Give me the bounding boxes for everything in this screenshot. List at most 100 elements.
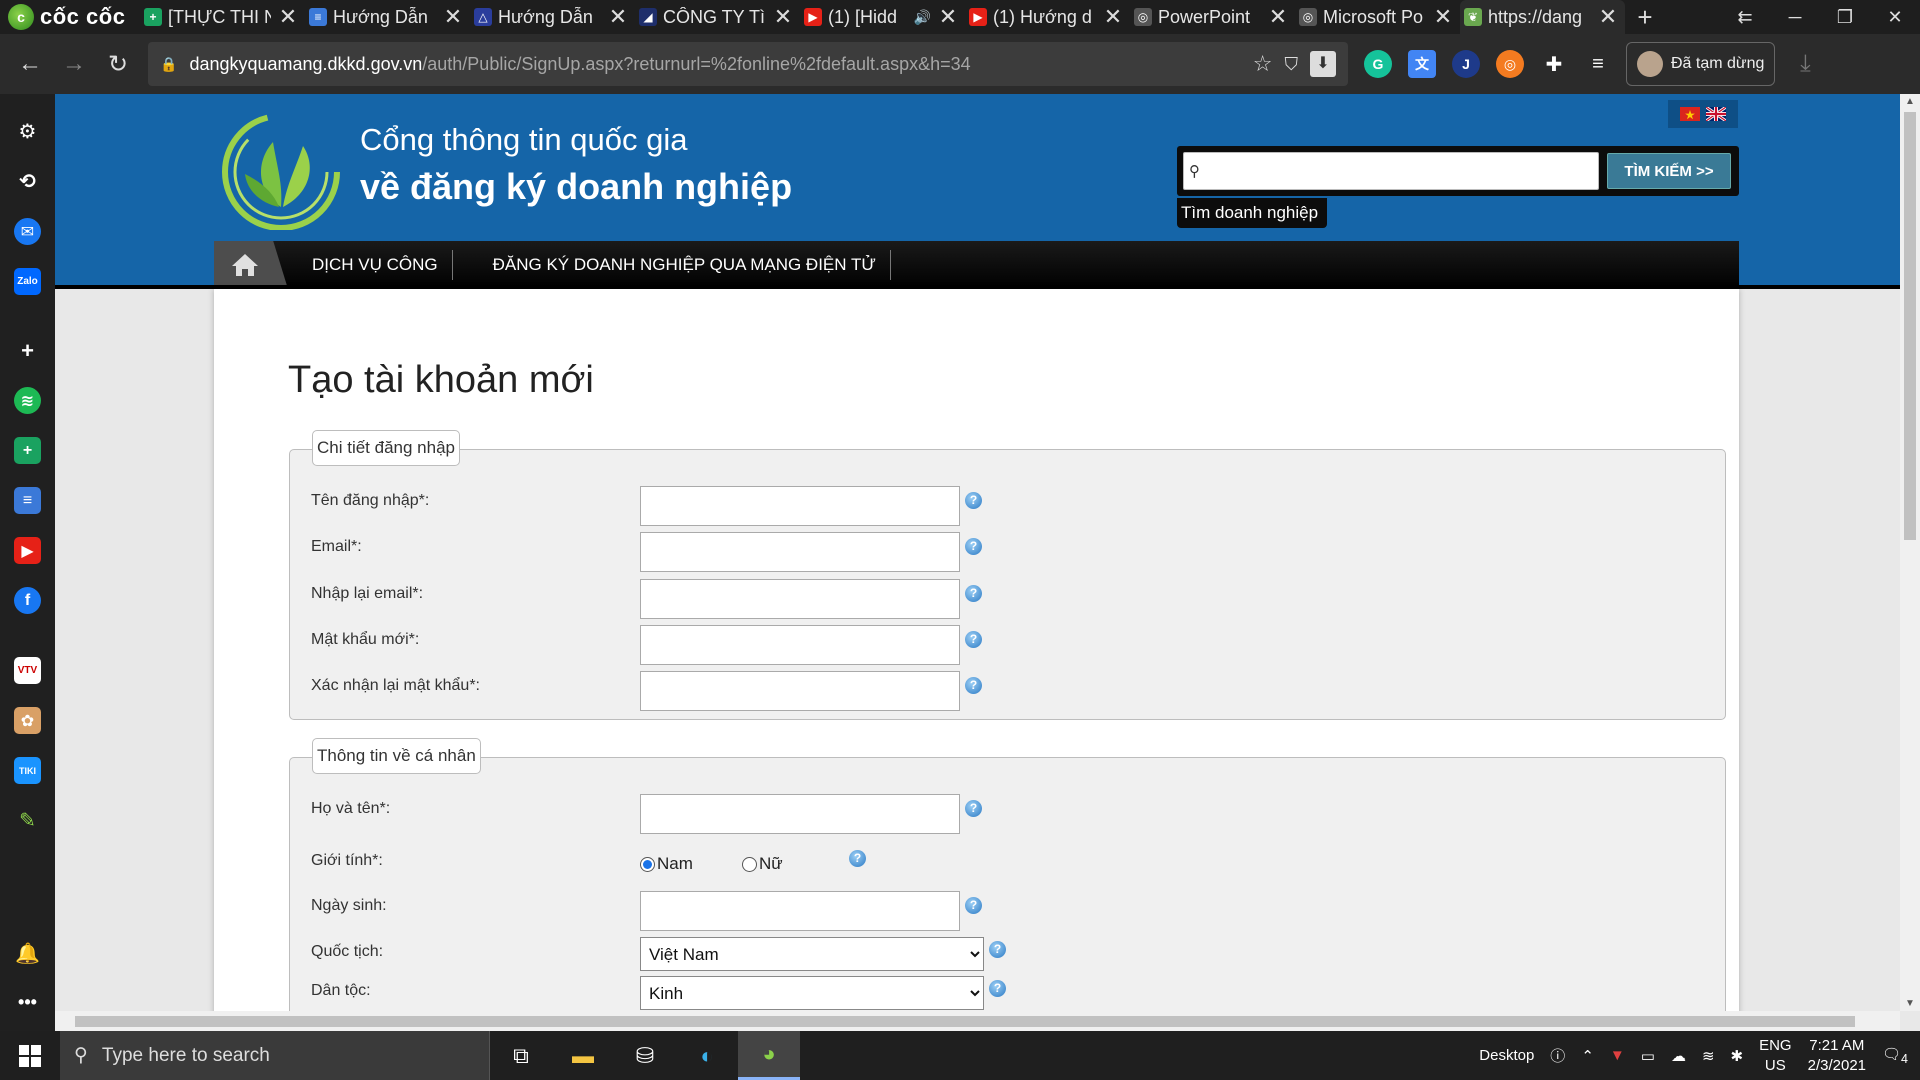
home-button[interactable] bbox=[214, 241, 288, 289]
gender-male-radio-dot[interactable] bbox=[640, 856, 655, 872]
email-help-icon[interactable]: ? bbox=[965, 538, 982, 555]
adblock-shield-icon[interactable]: ⛉ bbox=[1285, 54, 1299, 75]
grammarly-extension-icon[interactable]: G bbox=[1364, 50, 1392, 78]
forward-button[interactable]: → bbox=[52, 50, 96, 78]
translate-extension-icon[interactable]: 文 bbox=[1408, 50, 1436, 78]
notification-bell-icon[interactable]: 🔔 bbox=[14, 940, 41, 967]
j-extension-icon[interactable]: J bbox=[1452, 50, 1480, 78]
full-name-help-icon[interactable]: ? bbox=[965, 800, 982, 817]
playlist-icon[interactable]: ≡ bbox=[1584, 50, 1612, 78]
nationality-help-icon[interactable]: ? bbox=[989, 941, 1006, 958]
tab-close-icon[interactable]: ✕ bbox=[277, 4, 299, 30]
email-input[interactable] bbox=[640, 532, 960, 572]
browser-tab[interactable]: ◎ PowerPoint ✕ bbox=[1130, 0, 1295, 34]
dob-input[interactable] bbox=[640, 891, 960, 931]
network-icon[interactable]: ☁ bbox=[1671, 1047, 1686, 1065]
tab-close-icon[interactable]: ✕ bbox=[607, 4, 629, 30]
search-button[interactable]: TÌM KIẾM >> bbox=[1607, 153, 1731, 189]
maximize-button[interactable]: ❐ bbox=[1820, 0, 1870, 34]
gender-male-radio[interactable]: Nam bbox=[640, 854, 693, 874]
store-icon[interactable]: ⛁ bbox=[614, 1031, 676, 1080]
search-tooltip[interactable]: Tìm doanh nghiệp bbox=[1177, 198, 1327, 228]
vtv-icon[interactable]: VTV bbox=[14, 657, 41, 684]
new-password-help-icon[interactable]: ? bbox=[965, 631, 982, 648]
horizontal-scrollbar[interactable] bbox=[55, 1011, 1900, 1031]
nav-public-services[interactable]: DỊCH VỤ CÔNG bbox=[298, 250, 453, 280]
bluetooth-icon[interactable]: ✱ bbox=[1731, 1047, 1744, 1065]
confirm-email-help-icon[interactable]: ? bbox=[965, 585, 982, 602]
zalo-icon[interactable]: Zalo bbox=[14, 268, 41, 295]
desktop-toolbar-label[interactable]: Desktop bbox=[1479, 1047, 1534, 1064]
tray-expand-icon[interactable]: ⌃ bbox=[1581, 1047, 1594, 1065]
history-icon[interactable]: ⟲ bbox=[14, 168, 41, 195]
tab-close-icon[interactable]: ✕ bbox=[442, 4, 464, 30]
username-input[interactable] bbox=[640, 486, 960, 526]
scroll-down-arrow[interactable]: ▼ bbox=[1900, 998, 1920, 1009]
file-explorer-icon[interactable]: ▬ bbox=[552, 1031, 614, 1080]
browser-tab[interactable]: ◢ CÔNG TY Tì ✕ bbox=[635, 0, 800, 34]
taskbar-search[interactable]: ⚲ Type here to search bbox=[60, 1031, 490, 1080]
gender-help-icon[interactable]: ? bbox=[849, 850, 866, 867]
browser-tab[interactable]: ❦ https://dang ✕ bbox=[1460, 0, 1625, 34]
minimize-button[interactable]: ─ bbox=[1770, 0, 1820, 34]
edge-icon[interactable]: ◐ bbox=[676, 1031, 738, 1080]
ethnicity-select[interactable]: Kinh bbox=[640, 976, 984, 1010]
messenger-icon[interactable]: ✉ bbox=[14, 218, 41, 245]
nav-online-registration[interactable]: ĐĂNG KÝ DOANH NGHIỆP QUA MẠNG ĐIỆN TỬ bbox=[479, 250, 891, 280]
tab-close-icon[interactable]: ✕ bbox=[1267, 4, 1289, 30]
business-search-input[interactable] bbox=[1183, 152, 1599, 190]
spotify-icon[interactable]: ≋ bbox=[14, 387, 41, 414]
coccoc-brand[interactable]: c cốc cốc bbox=[0, 0, 140, 34]
close-window-button[interactable]: ✕ bbox=[1870, 0, 1920, 34]
downloads-icon[interactable]: ⤓ bbox=[1783, 50, 1827, 78]
gender-female-radio-dot[interactable] bbox=[742, 856, 757, 872]
browser-tab[interactable]: ◎ Microsoft Po ✕ bbox=[1295, 0, 1460, 34]
vietnamese-flag-icon[interactable] bbox=[1680, 107, 1700, 121]
task-view-icon[interactable]: ⧉ bbox=[490, 1031, 552, 1080]
game-icon[interactable]: ✿ bbox=[14, 707, 41, 734]
browser-tab[interactable]: △ Hướng Dẫn ✕ bbox=[470, 0, 635, 34]
add-app-icon[interactable]: + bbox=[14, 337, 41, 364]
more-icon[interactable]: ••• bbox=[14, 989, 41, 1016]
new-tab-button[interactable]: + bbox=[1625, 2, 1665, 33]
confirm-password-input[interactable] bbox=[640, 671, 960, 711]
tab-audio-icon[interactable]: 🔊 bbox=[914, 9, 931, 26]
back-button[interactable]: ← bbox=[8, 50, 52, 78]
action-center-icon[interactable]: 🗨4 bbox=[1882, 1045, 1908, 1066]
battery-icon[interactable]: ▭ bbox=[1641, 1047, 1655, 1065]
coccoc-extra-icon[interactable]: ✎ bbox=[14, 807, 41, 834]
vertical-scroll-thumb[interactable] bbox=[1904, 112, 1916, 540]
confirm-password-help-icon[interactable]: ? bbox=[965, 677, 982, 694]
scroll-up-arrow[interactable]: ▲ bbox=[1900, 96, 1920, 107]
ethnicity-help-icon[interactable]: ? bbox=[989, 980, 1006, 997]
dob-help-icon[interactable]: ? bbox=[965, 897, 982, 914]
settings-gear-icon[interactable]: ⚙ bbox=[14, 118, 41, 145]
full-name-input[interactable] bbox=[640, 794, 960, 834]
username-help-icon[interactable]: ? bbox=[965, 492, 982, 509]
help-icon[interactable]: ⓘ bbox=[1550, 1045, 1565, 1066]
vertical-scrollbar[interactable]: ▲ ▼ bbox=[1900, 94, 1920, 1011]
reload-button[interactable]: ↻ bbox=[96, 50, 140, 79]
profile-button[interactable]: Đã tạm dừng bbox=[1626, 42, 1776, 86]
youtube-icon[interactable]: ▶ bbox=[14, 537, 41, 564]
wifi-icon[interactable]: ≋ bbox=[1702, 1047, 1715, 1065]
taskbar-clock[interactable]: 7:21 AM 2/3/2021 bbox=[1808, 1036, 1866, 1076]
browser-tab[interactable]: + [THỰC THI N ✕ bbox=[140, 0, 305, 34]
docs-icon[interactable]: ≡ bbox=[14, 487, 41, 514]
tab-close-icon[interactable]: ✕ bbox=[1102, 4, 1124, 30]
start-button[interactable] bbox=[0, 1031, 60, 1080]
coccoc-taskbar-icon[interactable]: ◕ bbox=[738, 1031, 800, 1080]
address-bar[interactable]: 🔒 dangkyquamang.dkkd.gov.vn/auth/Public/… bbox=[148, 42, 1348, 86]
tab-close-icon[interactable]: ✕ bbox=[1432, 4, 1454, 30]
gender-female-radio[interactable]: Nữ bbox=[742, 854, 783, 874]
horizontal-scroll-thumb[interactable] bbox=[75, 1016, 1855, 1027]
tiki-icon[interactable]: TIKI bbox=[14, 757, 41, 784]
browser-tab[interactable]: ▶ (1) [Hidd 🔊 ✕ bbox=[800, 0, 965, 34]
tab-close-icon[interactable]: ✕ bbox=[1597, 4, 1619, 30]
antivirus-icon[interactable]: ▼ bbox=[1610, 1047, 1625, 1064]
nationality-select[interactable]: Việt Nam bbox=[640, 937, 984, 971]
facebook-icon[interactable]: f bbox=[14, 587, 41, 614]
sheets-icon[interactable]: + bbox=[14, 437, 41, 464]
orange-extension-icon[interactable]: ◎ bbox=[1496, 50, 1524, 78]
tab-search-icon[interactable]: ⇇ bbox=[1720, 0, 1770, 34]
